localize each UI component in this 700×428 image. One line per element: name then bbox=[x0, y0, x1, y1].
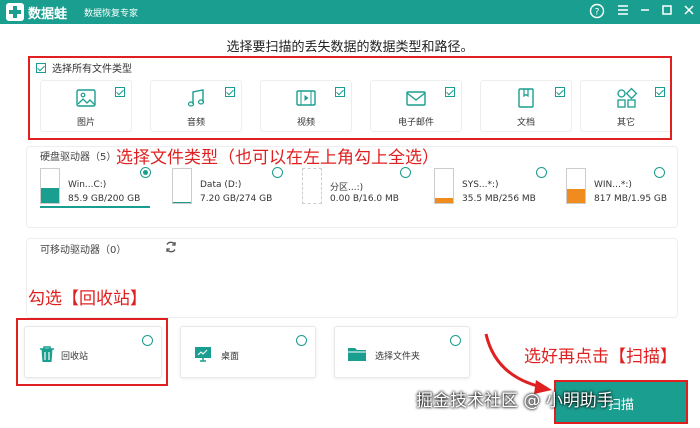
drive-partition[interactable]: 分区...:) 0.00 B/16.0 MB bbox=[302, 168, 412, 208]
maximize-icon[interactable] bbox=[658, 3, 676, 21]
instruction-text: 选择要扫描的丢失数据的数据类型和路径。 bbox=[226, 40, 474, 55]
app-subtitle: 数据恢复专家 bbox=[84, 9, 139, 19]
location-label: 选择文件夹 bbox=[375, 352, 421, 362]
minimize-icon[interactable] bbox=[636, 3, 654, 21]
drive-size: 35.5 MB/256 MB bbox=[462, 194, 536, 204]
drive-partition-radio[interactable] bbox=[400, 167, 411, 178]
drive-d[interactable]: Data (D:) 7.20 GB/274 GB bbox=[172, 168, 282, 208]
removable-title: 可移动驱动器（0） bbox=[40, 245, 127, 256]
drive-size: 7.20 GB/274 GB bbox=[200, 194, 273, 204]
drive-win-radio[interactable] bbox=[654, 167, 665, 178]
menu-icon[interactable] bbox=[614, 3, 632, 21]
drive-size: 85.9 GB/200 GB bbox=[68, 194, 141, 204]
drive-icon bbox=[40, 168, 60, 204]
drive-icon bbox=[172, 168, 192, 204]
location-radio[interactable] bbox=[450, 335, 461, 346]
refresh-icon[interactable] bbox=[164, 239, 178, 253]
drive-c-radio[interactable] bbox=[140, 167, 151, 178]
drive-name: WIN...*:) bbox=[594, 180, 632, 190]
file-types-note: 选择文件类型（也可以在左上角勾上全选） bbox=[116, 148, 439, 168]
drive-d-radio[interactable] bbox=[272, 167, 283, 178]
app-name: 数据蛙 bbox=[28, 7, 68, 22]
location-select-folder[interactable]: 选择文件夹 bbox=[334, 326, 470, 378]
location-label: 桌面 bbox=[221, 352, 240, 362]
drive-c[interactable]: Win...C:) 85.9 GB/200 GB bbox=[40, 168, 150, 208]
drive-name: Win...C:) bbox=[68, 180, 107, 190]
app-logo-icon bbox=[6, 3, 24, 21]
file-types-highlight bbox=[28, 56, 672, 140]
desktop-icon bbox=[195, 347, 211, 362]
location-desktop[interactable]: 桌面 bbox=[180, 326, 316, 378]
drive-icon bbox=[566, 168, 586, 204]
hard-drive-title: 硬盘驱动器（5） bbox=[40, 152, 117, 163]
help-icon[interactable]: ? bbox=[588, 3, 606, 21]
drive-sys[interactable]: SYS...*:) 35.5 MB/256 MB bbox=[434, 168, 544, 208]
folder-icon bbox=[348, 348, 366, 361]
drive-icon bbox=[302, 168, 322, 204]
drive-size: 817 MB/1.95 GB bbox=[594, 194, 668, 204]
title-bar: 数据蛙 数据恢复专家 ? bbox=[0, 0, 700, 24]
drive-size: 0.00 B/16.0 MB bbox=[330, 194, 399, 204]
location-radio[interactable] bbox=[296, 335, 307, 346]
drive-name: Data (D:) bbox=[200, 180, 242, 190]
recycle-note: 勾选【回收站】 bbox=[28, 289, 147, 309]
recycle-highlight bbox=[16, 318, 168, 386]
close-icon[interactable] bbox=[680, 3, 698, 21]
drive-name: SYS...*:) bbox=[462, 180, 499, 190]
svg-text:?: ? bbox=[595, 8, 600, 18]
drive-name: 分区...:) bbox=[330, 183, 364, 193]
drive-sys-radio[interactable] bbox=[536, 167, 547, 178]
drive-icon bbox=[434, 168, 454, 204]
watermark: 掘金技术社区 @ 小明助手 bbox=[416, 391, 614, 411]
